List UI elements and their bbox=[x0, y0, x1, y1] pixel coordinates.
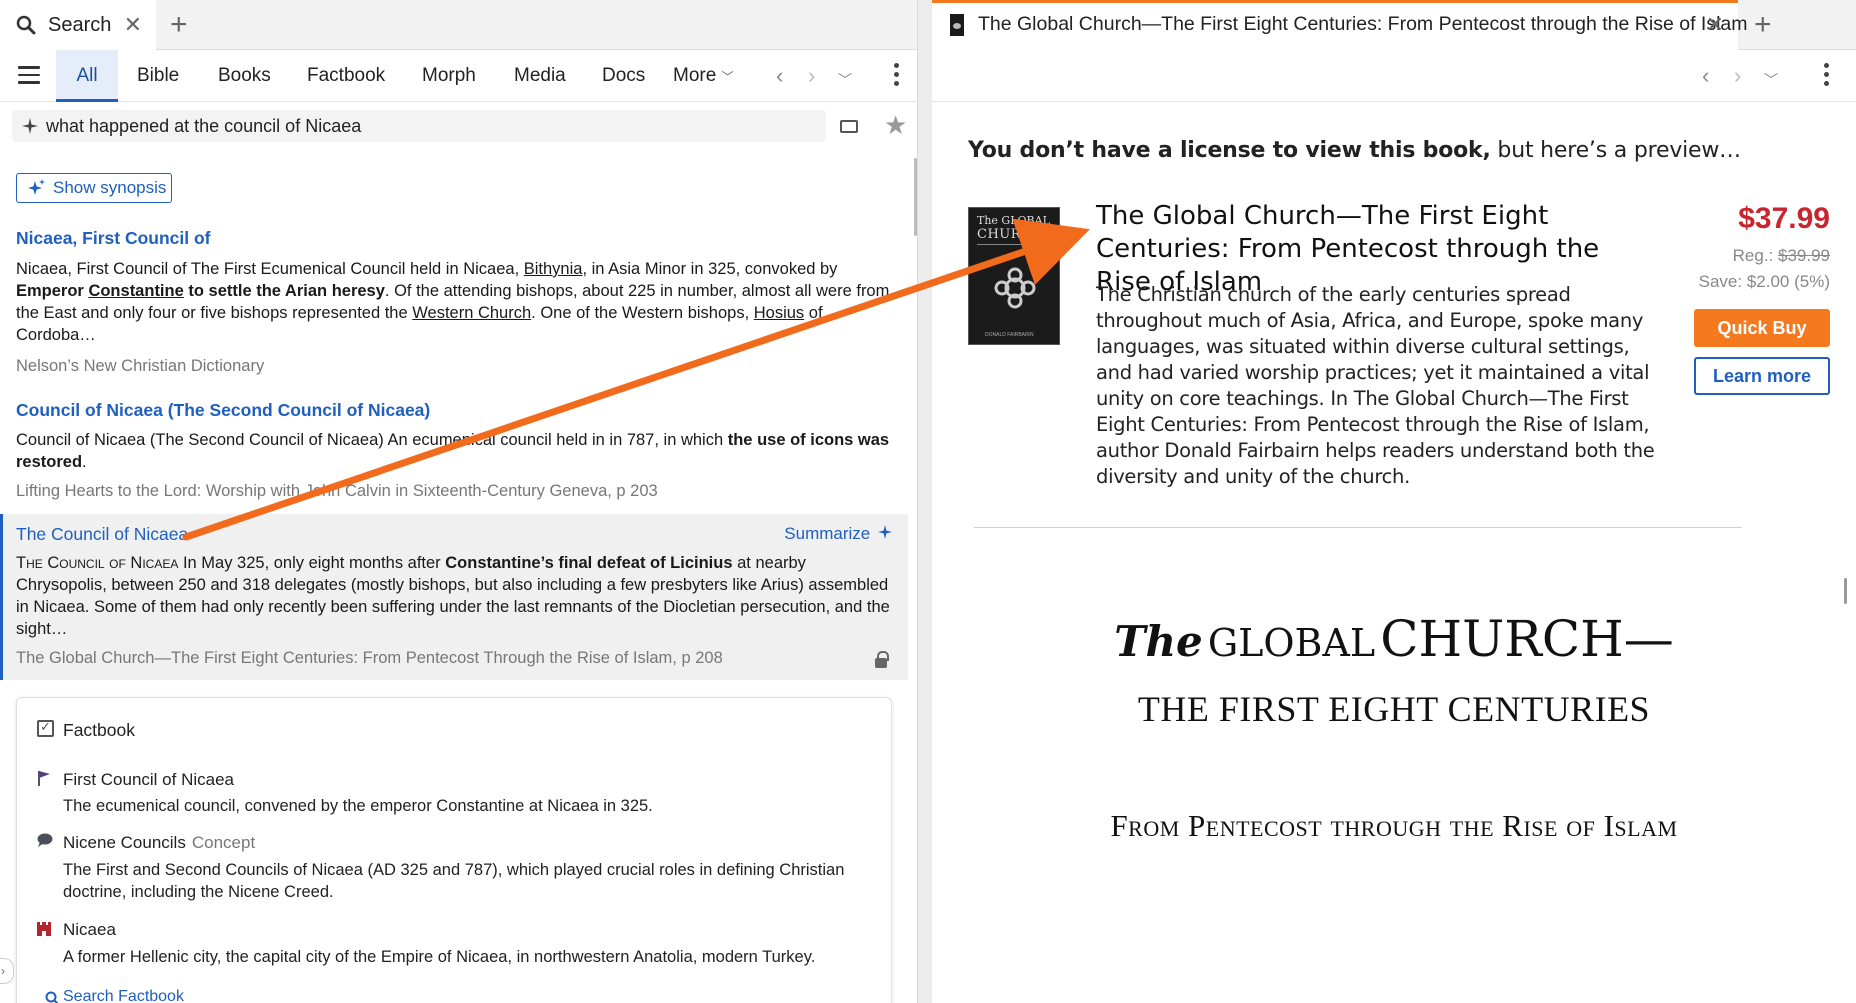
sparkle-icon bbox=[878, 525, 892, 539]
summarize-button[interactable]: Summarize bbox=[784, 524, 892, 544]
quick-buy-button[interactable]: Quick Buy bbox=[1694, 309, 1830, 347]
tab-bible[interactable]: Bible bbox=[137, 50, 179, 102]
close-tab-icon[interactable]: ✕ bbox=[124, 12, 142, 38]
result-item[interactable]: Nicaea, First Council of Nicaea, First C… bbox=[0, 228, 908, 378]
link-bithynia[interactable]: Bithynia bbox=[524, 260, 583, 278]
result-source[interactable]: The Global Church—The First Eight Centur… bbox=[16, 649, 723, 668]
more-options-icon[interactable] bbox=[894, 63, 900, 90]
search-box bbox=[12, 110, 826, 142]
summarize-label: Summarize bbox=[784, 524, 871, 543]
sparkle-icon bbox=[28, 179, 45, 195]
factbook-item-title[interactable]: Nicene Councils Concept bbox=[63, 833, 255, 853]
history-dropdown-icon[interactable]: ﹀ bbox=[838, 70, 852, 90]
result-item[interactable]: Council of Nicaea (The Second Council of… bbox=[0, 400, 908, 500]
link-constantine[interactable]: Constantine bbox=[88, 282, 183, 300]
result-item-selected[interactable]: The Council of Nicaea Summarize The Coun… bbox=[0, 514, 908, 680]
tab-media[interactable]: Media bbox=[514, 50, 566, 102]
learn-more-button[interactable]: Learn more bbox=[1694, 357, 1830, 395]
factbook-card: Factbook First Council of Nicaea The ecu… bbox=[16, 697, 892, 1003]
chevron-down-icon: ﹀ bbox=[721, 70, 734, 84]
search-input[interactable] bbox=[46, 115, 806, 137]
result-title[interactable]: The Council of Nicaea bbox=[16, 524, 188, 545]
link-hosius[interactable]: Hosius bbox=[754, 304, 804, 322]
show-synopsis-label: Show synopsis bbox=[53, 178, 167, 197]
keyboard-icon[interactable] bbox=[840, 120, 858, 133]
book-preview-panel: The Global Church—The First Eight Centur… bbox=[932, 0, 1856, 1003]
castle-icon bbox=[37, 922, 51, 936]
link-western-church[interactable]: Western Church bbox=[412, 304, 531, 322]
factbook-icon bbox=[37, 719, 54, 737]
concept-badge: Concept bbox=[191, 833, 256, 852]
book-nav-row: ‹ › ﹀ bbox=[932, 50, 1856, 102]
tab-more-label: More bbox=[673, 65, 717, 86]
panel-expand-handle[interactable]: › bbox=[0, 958, 14, 984]
sparkle-icon bbox=[22, 118, 38, 134]
show-synopsis-button[interactable]: Show synopsis bbox=[16, 173, 172, 203]
result-source[interactable]: Nelson’s New Christian Dictionary bbox=[16, 357, 264, 376]
factbook-item-desc: A former Hellenic city, the capital city… bbox=[63, 948, 816, 966]
forward-arrow-icon[interactable]: › bbox=[1734, 63, 1741, 89]
left-tab-bar: Search ✕ + bbox=[0, 0, 917, 50]
search-tab-label: Search bbox=[48, 13, 112, 36]
search-icon bbox=[16, 15, 36, 35]
history-dropdown-icon[interactable]: ﹀ bbox=[1764, 70, 1778, 90]
result-snippet: The Council of Nicaea In May 325, only e… bbox=[16, 554, 890, 638]
book-title-page-line1: The GLOBAL CHURCH— bbox=[1114, 610, 1674, 668]
book-tab[interactable]: The Global Church—The First Eight Centur… bbox=[932, 0, 1748, 50]
search-type-nav: All Bible Books Factbook Morph Media Doc… bbox=[0, 50, 917, 102]
right-tab-bar: The Global Church—The First Eight Centur… bbox=[932, 0, 1856, 50]
factbook-item-desc: The First and Second Councils of Nicaea … bbox=[63, 861, 845, 901]
new-tab-plus-icon[interactable]: + bbox=[1754, 8, 1772, 42]
tab-all[interactable]: All bbox=[56, 50, 118, 102]
result-title[interactable]: Council of Nicaea (The Second Council of… bbox=[16, 400, 430, 421]
star-icon[interactable]: ★ bbox=[884, 110, 907, 141]
book-title-page-line2: THE FIRST EIGHT CENTURIES bbox=[1137, 689, 1651, 729]
forward-arrow-icon[interactable]: › bbox=[808, 63, 815, 89]
new-tab-plus-icon[interactable]: + bbox=[170, 8, 188, 42]
tab-books[interactable]: Books bbox=[218, 50, 271, 102]
divider bbox=[974, 527, 1742, 528]
book-cover-icon bbox=[950, 14, 964, 36]
result-title[interactable]: Nicaea, First Council of bbox=[16, 228, 210, 249]
close-tab-icon[interactable]: ✕ bbox=[1706, 12, 1724, 38]
lock-icon bbox=[875, 651, 889, 668]
tab-docs[interactable]: Docs bbox=[602, 50, 645, 102]
reader-scrollbar[interactable] bbox=[1844, 578, 1847, 604]
tab-morph[interactable]: Morph bbox=[422, 50, 476, 102]
product-description: The Christian church of the early centur… bbox=[1096, 283, 1655, 488]
more-options-icon[interactable] bbox=[1824, 63, 1830, 90]
factbook-header[interactable]: Factbook bbox=[63, 720, 135, 741]
back-arrow-icon[interactable]: ‹ bbox=[1702, 63, 1709, 89]
results-scrollbar[interactable] bbox=[914, 158, 917, 236]
search-panel: Search ✕ + All Bible Books Factbook Morp… bbox=[0, 0, 918, 1003]
result-snippet: Council of Nicaea (The Second Council of… bbox=[16, 431, 890, 471]
savings: Save: $2.00 (5%) bbox=[1698, 272, 1830, 291]
tab-more[interactable]: More ﹀ bbox=[673, 50, 734, 102]
back-arrow-icon[interactable]: ‹ bbox=[776, 63, 783, 89]
result-snippet: Nicaea, First Council of The First Ecume… bbox=[16, 260, 890, 344]
book-cover-image[interactable]: The GLOBAL CHURCH DONALD FAIRBAIRN bbox=[968, 207, 1060, 345]
result-source[interactable]: Lifting Hearts to the Lord: Worship with… bbox=[16, 482, 658, 501]
factbook-item-title[interactable]: First Council of Nicaea bbox=[63, 770, 234, 790]
celtic-cross-icon bbox=[994, 267, 1036, 309]
flag-icon bbox=[38, 771, 50, 786]
search-tab[interactable]: Search ✕ bbox=[0, 0, 156, 50]
book-tab-label: The Global Church—The First Eight Centur… bbox=[978, 13, 1748, 35]
sale-price: $37.99 bbox=[1738, 202, 1830, 235]
search-factbook-link[interactable]: Search Factbook bbox=[63, 988, 184, 1003]
factbook-item-title[interactable]: Nicaea bbox=[63, 920, 116, 940]
search-icon bbox=[45, 991, 59, 1003]
factbook-item-desc: The ecumenical council, convened by the … bbox=[63, 797, 653, 815]
regular-price: Reg.: $39.99 bbox=[1732, 246, 1830, 265]
license-message: You don’t have a license to view this bo… bbox=[968, 138, 1741, 163]
book-title-page-line3: From Pentecost through the Rise of Islam bbox=[1110, 808, 1678, 843]
hamburger-menu-icon[interactable] bbox=[18, 66, 40, 84]
tab-factbook[interactable]: Factbook bbox=[307, 50, 385, 102]
speech-bubble-icon bbox=[37, 833, 53, 847]
